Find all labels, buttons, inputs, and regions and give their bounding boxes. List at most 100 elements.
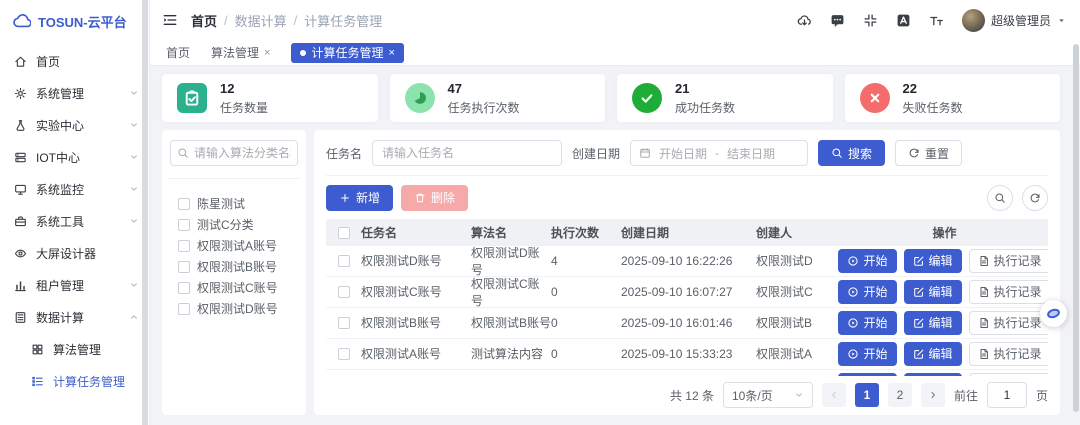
sidebar-item-monitor[interactable]: 系统监控 xyxy=(0,173,149,205)
show-search-button[interactable] xyxy=(987,185,1013,211)
sidebar-item-tasklist[interactable]: 计算任务管理 xyxy=(0,365,149,397)
select-all-checkbox[interactable] xyxy=(338,227,350,239)
gear-icon xyxy=(14,87,27,100)
run-record-button[interactable]: 执行记录 xyxy=(969,342,1048,366)
plus-icon xyxy=(339,192,351,204)
category-item[interactable]: 陈星测试 xyxy=(170,193,298,214)
clipboard-icon xyxy=(183,89,201,107)
cloud-down-button[interactable] xyxy=(797,13,812,28)
tab-1[interactable]: 算法管理 × xyxy=(211,44,270,61)
check-icon xyxy=(638,89,656,107)
cell-creator: 权限测试D xyxy=(756,252,841,269)
start-button[interactable]: 开始 xyxy=(838,280,896,304)
breadcrumb-item[interactable]: 首页 xyxy=(191,11,217,30)
breadcrumb-item[interactable]: 数据计算 xyxy=(235,11,287,30)
breadcrumb-item[interactable]: 计算任务管理 xyxy=(304,11,382,30)
checkbox[interactable] xyxy=(178,198,190,210)
edit-button[interactable]: 编辑 xyxy=(904,249,962,273)
tab-close-icon[interactable]: × xyxy=(388,47,394,59)
sidebar-item-gear[interactable]: 系统管理 xyxy=(0,77,149,109)
page-size-select[interactable]: 10条/页 xyxy=(723,382,813,408)
edit-button[interactable]: 编辑 xyxy=(904,280,962,304)
app-logo[interactable]: TOSUN-云平台 xyxy=(0,0,149,42)
checkbox[interactable] xyxy=(178,303,190,315)
page-scrollbar[interactable] xyxy=(1073,44,1079,412)
page-button-2[interactable]: 2 xyxy=(888,383,912,407)
goto-page-input[interactable] xyxy=(987,382,1027,408)
category-item[interactable]: 测试C分类 xyxy=(170,214,298,235)
total-count: 共 12 条 xyxy=(670,387,714,404)
task-panel: 任务名 创建日期 开始日期 - 结束日期 搜索 xyxy=(314,130,1060,415)
edit-button[interactable]: 编辑 xyxy=(904,311,962,335)
start-button[interactable]: 开始 xyxy=(838,342,896,366)
tab-0[interactable]: 首页 xyxy=(166,44,190,61)
sidebar-item-toolbox[interactable]: 系统工具 xyxy=(0,205,149,237)
delete-button[interactable]: 删除 xyxy=(401,185,468,211)
column-header: 操作 xyxy=(841,224,1048,241)
reset-button[interactable]: 重置 xyxy=(895,140,962,166)
sidebar-item-calc[interactable]: 数据计算 xyxy=(0,301,149,333)
sidebar-item-iot[interactable]: IOT中心 xyxy=(0,141,149,173)
sidebar-item-screen[interactable]: 大屏设计器 xyxy=(0,237,149,269)
task-name-input[interactable] xyxy=(372,140,562,166)
run-record-button[interactable]: 执行记录 xyxy=(969,311,1048,335)
translate-button[interactable] xyxy=(896,13,911,28)
page-size-value: 10条/页 xyxy=(732,387,773,404)
next-page-button[interactable] xyxy=(921,383,945,407)
fullscreen-button[interactable] xyxy=(863,13,878,28)
tab-2[interactable]: 计算任务管理× xyxy=(291,43,403,63)
page-buttons: 12 xyxy=(855,383,912,407)
checkbox[interactable] xyxy=(178,240,190,252)
search-button[interactable]: 搜索 xyxy=(818,140,885,166)
play-icon xyxy=(847,286,859,298)
start-button[interactable]: 开始 xyxy=(838,311,896,335)
cell-algorithm-name: 权限测试B账号 xyxy=(471,314,551,331)
sidebar-item-chart[interactable]: 租户管理 xyxy=(0,269,149,301)
fontsize-button[interactable] xyxy=(929,13,944,28)
sidebar-item-home[interactable]: 首页 xyxy=(0,45,149,77)
goto-label: 前往 xyxy=(954,387,978,404)
sidebar-item-flask[interactable]: 实验中心 xyxy=(0,109,149,141)
tab-label: 算法管理 xyxy=(211,44,259,61)
checkbox[interactable] xyxy=(178,282,190,294)
category-item[interactable]: 权限测试D账号 xyxy=(170,298,298,319)
category-item[interactable]: 权限测试A账号 xyxy=(170,235,298,256)
sidebar-item-grid[interactable]: 算法管理 xyxy=(0,333,149,365)
sidebar-scrollbar[interactable] xyxy=(142,0,148,425)
check-icon xyxy=(632,83,662,113)
floating-widget-button[interactable] xyxy=(1040,300,1067,327)
row-checkbox[interactable] xyxy=(338,255,350,267)
stat-card-0: 12任务数量 xyxy=(162,74,378,122)
date-range-picker[interactable]: 开始日期 - 结束日期 xyxy=(630,140,808,166)
add-button[interactable]: 新增 xyxy=(326,185,393,211)
message-button[interactable] xyxy=(830,13,845,28)
checkbox[interactable] xyxy=(178,219,190,231)
row-checkbox[interactable] xyxy=(338,286,350,298)
checkbox[interactable] xyxy=(178,261,190,273)
collapse-menu-icon[interactable] xyxy=(162,12,178,28)
table-row: 权限测试B账号权限测试B账号02025-09-10 16:01:46权限测试B开… xyxy=(326,308,1048,339)
home-icon xyxy=(14,55,27,68)
run-record-button[interactable]: 执行记录 xyxy=(969,249,1048,273)
page-button-1[interactable]: 1 xyxy=(855,383,879,407)
monitor-icon xyxy=(14,183,27,196)
category-search-input[interactable] xyxy=(194,146,291,160)
stat-value: 22 xyxy=(903,81,963,96)
category-item[interactable]: 权限测试B账号 xyxy=(170,256,298,277)
category-item[interactable]: 权限测试C账号 xyxy=(170,277,298,298)
user-menu[interactable]: 超级管理员 xyxy=(962,9,1066,32)
pie-icon xyxy=(405,83,435,113)
cell-task-name: 权限测试C账号 xyxy=(361,283,471,300)
panels: 陈星测试测试C分类权限测试A账号权限测试B账号权限测试C账号权限测试D账号 任务… xyxy=(162,130,1060,415)
prev-page-button[interactable] xyxy=(822,383,846,407)
row-checkbox[interactable] xyxy=(338,348,350,360)
tab-close-icon[interactable]: × xyxy=(264,47,270,59)
refresh-table-button[interactable] xyxy=(1022,185,1048,211)
row-checkbox[interactable] xyxy=(338,317,350,329)
sidebar-item-label: 算法管理 xyxy=(53,341,139,358)
play-icon xyxy=(847,255,859,267)
run-record-button[interactable]: 执行记录 xyxy=(969,280,1048,304)
refresh-icon xyxy=(908,147,920,159)
edit-button[interactable]: 编辑 xyxy=(904,342,962,366)
start-button[interactable]: 开始 xyxy=(838,249,896,273)
